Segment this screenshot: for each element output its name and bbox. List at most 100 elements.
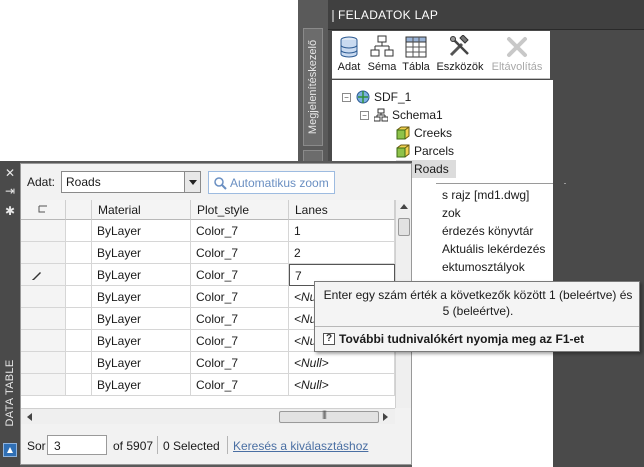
cell-lanes[interactable]: 2 [289, 242, 395, 264]
record-total: of 5907 [113, 439, 154, 453]
gear-icon[interactable]: ✱ [4, 205, 16, 217]
task-pane-title-bar[interactable]: FELADATOK LAP [328, 0, 644, 30]
row-header[interactable] [21, 330, 66, 352]
row-header[interactable] [21, 352, 66, 374]
cell-lanes[interactable]: 1 [289, 220, 395, 242]
table-row[interactable]: ByLayer Color_7 2 [21, 242, 395, 264]
record-number-input[interactable]: 3 [47, 435, 107, 455]
tree-item-query-library[interactable]: érdezés könyvtár [442, 222, 552, 240]
tree-item-creeks[interactable]: Creeks [396, 124, 546, 142]
autohide-icon[interactable]: ⇥ [4, 185, 16, 197]
data-button-label: Adat [337, 61, 361, 73]
row-indicator [66, 220, 92, 242]
row-header[interactable] [21, 220, 66, 242]
horizontal-scrollbar[interactable] [21, 408, 395, 424]
row-indicator [66, 352, 92, 374]
data-source-value: Roads [66, 175, 101, 189]
status-divider [157, 436, 158, 454]
tree-roads-label: Roads [414, 162, 449, 176]
tree-item-schema[interactable]: − Schema1 [360, 106, 550, 124]
tree-item-partial-2[interactable]: zok [442, 204, 552, 222]
select-all-header[interactable] [21, 200, 66, 220]
data-button[interactable]: Adat [334, 33, 364, 79]
task-pane-toolbar: Adat Séma Tábla Eszközök Eltávolítás [332, 31, 550, 79]
cell-plot-style[interactable]: Color_7 [191, 286, 289, 308]
cell-plot-style[interactable]: Color_7 [191, 330, 289, 352]
cell-material[interactable]: ByLayer [92, 220, 191, 242]
cell-plot-style[interactable]: Color_7 [191, 242, 289, 264]
tree-drawing-label: s rajz [md1.dwg] [442, 188, 530, 202]
status-divider [227, 436, 228, 454]
data-table-header: Adat: Roads Automatikus zoom [21, 164, 411, 200]
cell-lanes[interactable]: <Null> [289, 374, 395, 396]
tree-item-drawing[interactable]: s rajz [md1.dwg] [442, 186, 552, 204]
row-header[interactable] [21, 286, 66, 308]
cell-plot-style[interactable]: Color_7 [191, 352, 289, 374]
zoom-icon [214, 177, 227, 190]
tree-creeks-label: Creeks [414, 126, 453, 140]
close-icon[interactable]: ✕ [4, 167, 16, 179]
properties-icon[interactable] [3, 443, 17, 457]
cell-material[interactable]: ByLayer [92, 308, 191, 330]
cell-material[interactable]: ByLayer [92, 242, 191, 264]
task-pane-right-strip [553, 80, 564, 467]
collapse-icon[interactable]: − [342, 93, 351, 102]
cell-lanes[interactable]: <Null> [289, 352, 395, 374]
cell-material[interactable]: ByLayer [92, 374, 191, 396]
row-indicator [66, 264, 92, 286]
data-source-select[interactable]: Roads [61, 171, 201, 193]
cell-plot-style[interactable]: Color_7 [191, 308, 289, 330]
table-row[interactable]: ByLayer Color_7 <Null> [21, 374, 395, 396]
row-header[interactable] [21, 374, 66, 396]
tree-item-object-classes[interactable]: ektumosztályok [442, 258, 552, 276]
schema-icon [374, 108, 388, 122]
tree-item-root[interactable]: − SDF_1 [342, 88, 542, 106]
cell-material[interactable]: ByLayer [92, 330, 191, 352]
row-indicator [66, 286, 92, 308]
row-header[interactable] [21, 242, 66, 264]
help-icon: ? [323, 333, 335, 345]
collapse-icon[interactable]: − [360, 111, 369, 120]
schema-button-label: Séma [367, 61, 397, 73]
cell-material[interactable]: ByLayer [92, 352, 191, 374]
horizontal-scroll-thumb[interactable] [279, 409, 379, 423]
tab-display-manager[interactable]: Megjelenítéskezelő [303, 28, 323, 146]
schema-button[interactable]: Séma [366, 33, 398, 79]
record-label: Sor [27, 439, 46, 453]
remove-button[interactable]: Eltávolítás [486, 33, 548, 79]
vertical-scroll-thumb[interactable] [398, 218, 410, 236]
row-header[interactable] [21, 264, 66, 286]
feature-class-icon [396, 126, 410, 140]
cell-plot-style[interactable]: Color_7 [191, 264, 289, 286]
scroll-up-icon[interactable] [396, 200, 412, 214]
auto-zoom-toggle[interactable]: Automatikus zoom [208, 171, 335, 194]
find-selection-link[interactable]: Keresés a kiválasztáshoz [233, 439, 368, 453]
cell-plot-style[interactable]: Color_7 [191, 374, 289, 396]
table-row[interactable]: ByLayer Color_7 <Null> [21, 352, 395, 374]
tree-item-parcels[interactable]: Parcels [396, 142, 546, 160]
column-header-lanes[interactable]: Lanes [289, 200, 395, 220]
table-button[interactable]: Tábla [400, 33, 432, 79]
table-row[interactable]: ByLayer Color_7 1 [21, 220, 395, 242]
cell-plot-style[interactable]: Color_7 [191, 220, 289, 242]
tooltip-message: Enter egy szám érték a következők között… [323, 288, 633, 318]
row-indicator [66, 330, 92, 352]
tree-query-library-label: érdezés könyvtár [442, 224, 534, 238]
row-indicator [66, 374, 92, 396]
cell-material[interactable]: ByLayer [92, 286, 191, 308]
tree-separator [436, 183, 566, 184]
database-icon [340, 36, 358, 58]
column-header-plot-style[interactable]: Plot_style [191, 200, 289, 220]
column-header-material[interactable]: Material [92, 200, 191, 220]
cell-material[interactable]: ByLayer [92, 264, 191, 286]
row-indicator [66, 242, 92, 264]
remove-button-label: Eltávolítás [491, 61, 543, 73]
tree-item-current-query[interactable]: Aktuális lekérdezés [442, 240, 552, 258]
data-source-label: Adat: [27, 175, 56, 189]
data-table-side-bar[interactable]: ✕ ⇥ ✱ DATA TABLE [0, 161, 20, 467]
tools-button[interactable]: Eszközök [434, 33, 486, 79]
row-header[interactable] [21, 308, 66, 330]
remove-icon [507, 37, 527, 57]
indicator-column-header [66, 200, 92, 220]
chevron-down-icon[interactable] [184, 171, 201, 193]
